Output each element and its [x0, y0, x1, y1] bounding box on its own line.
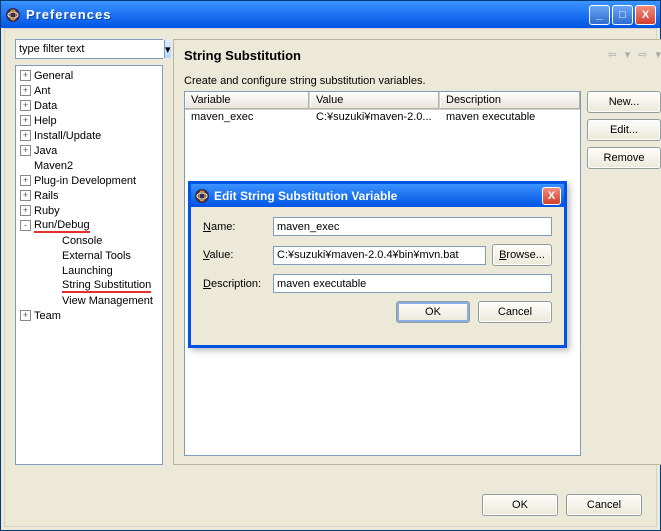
dialog-title: Edit String Substitution Variable [214, 189, 542, 203]
tree-item-help[interactable]: +Help [16, 113, 162, 128]
footer-buttons: OK Cancel [482, 494, 642, 516]
description-label: Description: [203, 278, 267, 290]
tree-label: View Management [62, 295, 153, 307]
tree-label: Maven2 [34, 160, 73, 172]
nav-back-icon[interactable]: ⇦ [608, 48, 617, 61]
expand-icon[interactable]: + [20, 145, 31, 156]
browse-button[interactable]: Browse... [492, 244, 552, 266]
tree-item-java[interactable]: +Java [16, 143, 162, 158]
tree-label: Run/Debug [34, 219, 90, 233]
cell-value: C:¥suzuki¥maven-2.0... [310, 110, 440, 126]
expand-icon[interactable]: + [20, 175, 31, 186]
tree-label: Ant [34, 85, 51, 97]
name-field[interactable] [273, 217, 552, 236]
expand-icon[interactable]: + [20, 115, 31, 126]
cancel-button[interactable]: Cancel [566, 494, 642, 516]
col-variable[interactable]: Variable [185, 92, 310, 109]
tree-label: Java [34, 145, 57, 157]
titlebar[interactable]: Preferences _ □ X [1, 1, 660, 28]
close-button[interactable]: X [635, 5, 656, 25]
client-area: ▾ +General+Ant+Data+Help+Install/Update+… [4, 28, 657, 527]
table-header: Variable Value Description [185, 92, 580, 110]
dialog-close-button[interactable]: X [542, 187, 561, 205]
tree-item-run-debug[interactable]: -Run/Debug [16, 218, 162, 233]
expand-icon[interactable]: + [20, 70, 31, 81]
tree-item-install-update[interactable]: +Install/Update [16, 128, 162, 143]
collapse-icon[interactable]: - [20, 220, 31, 231]
preferences-window: Preferences _ □ X ▾ +General+Ant+Data+He… [0, 0, 661, 531]
tree-label: Launching [62, 265, 113, 277]
window-title: Preferences [26, 7, 589, 22]
tree-item-launching[interactable]: Launching [16, 263, 162, 278]
tree-item-ant[interactable]: +Ant [16, 83, 162, 98]
tree-item-console[interactable]: Console [16, 233, 162, 248]
tree-label: Help [34, 115, 57, 127]
preferences-tree[interactable]: +General+Ant+Data+Help+Install/Update+Ja… [15, 65, 163, 465]
value-label: Value: [203, 249, 267, 261]
filter-combo[interactable]: ▾ [15, 39, 163, 59]
tree-label: Ruby [34, 205, 60, 217]
tree-item-string-substitution[interactable]: String Substitution [16, 278, 162, 293]
cell-variable: maven_exec [185, 110, 310, 126]
new-button[interactable]: New... [587, 91, 661, 113]
expand-icon[interactable]: + [20, 190, 31, 201]
dialog-cancel-button[interactable]: Cancel [478, 301, 552, 323]
expand-icon[interactable]: + [20, 205, 31, 216]
tree-label: Plug-in Development [34, 175, 136, 187]
tree-item-data[interactable]: +Data [16, 98, 162, 113]
expand-icon[interactable]: + [20, 85, 31, 96]
nav-forward-icon[interactable]: ⇨ [638, 48, 647, 61]
tree-item-general[interactable]: +General [16, 68, 162, 83]
expand-icon[interactable]: + [20, 130, 31, 141]
left-column: ▾ +General+Ant+Data+Help+Install/Update+… [15, 39, 163, 465]
tree-label: Install/Update [34, 130, 101, 142]
page-description: Create and configure string substitution… [184, 75, 661, 87]
page-title: String Substitution [184, 48, 661, 63]
tree-item-maven2[interactable]: Maven2 [16, 158, 162, 173]
expand-icon[interactable]: + [20, 100, 31, 111]
col-description[interactable]: Description [440, 92, 580, 109]
tree-item-view-management[interactable]: View Management [16, 293, 162, 308]
eclipse-icon [194, 188, 210, 204]
tree-item-ruby[interactable]: +Ruby [16, 203, 162, 218]
tree-label: String Substitution [62, 279, 151, 293]
minimize-button[interactable]: _ [589, 5, 610, 25]
col-value[interactable]: Value [310, 92, 440, 109]
expand-icon[interactable]: + [20, 310, 31, 321]
dropdown-arrow-icon[interactable]: ▾ [164, 40, 171, 58]
tree-label: General [34, 70, 73, 82]
tree-item-external-tools[interactable]: External Tools [16, 248, 162, 263]
dialog-ok-button[interactable]: OK [396, 301, 470, 323]
table-row[interactable]: maven_execC:¥suzuki¥maven-2.0...maven ex… [185, 110, 580, 126]
tree-label: Data [34, 100, 57, 112]
name-label: Name: [203, 221, 267, 233]
edit-variable-dialog: Edit String Substitution Variable X Name… [188, 181, 567, 348]
filter-input[interactable] [16, 40, 164, 58]
edit-button[interactable]: Edit... [587, 119, 661, 141]
maximize-button[interactable]: □ [612, 5, 633, 25]
description-field[interactable] [273, 274, 552, 293]
tree-item-plug-in-development[interactable]: +Plug-in Development [16, 173, 162, 188]
tree-label: External Tools [62, 250, 131, 262]
remove-button[interactable]: Remove [587, 147, 661, 169]
tree-label: Team [34, 310, 61, 322]
ok-button[interactable]: OK [482, 494, 558, 516]
tree-item-rails[interactable]: +Rails [16, 188, 162, 203]
tree-label: Rails [34, 190, 58, 202]
tree-item-team[interactable]: +Team [16, 308, 162, 323]
cell-description: maven executable [440, 110, 580, 126]
dialog-titlebar[interactable]: Edit String Substitution Variable X [191, 184, 564, 207]
tree-label: Console [62, 235, 102, 247]
eclipse-icon [5, 7, 21, 23]
value-field[interactable] [273, 246, 486, 265]
